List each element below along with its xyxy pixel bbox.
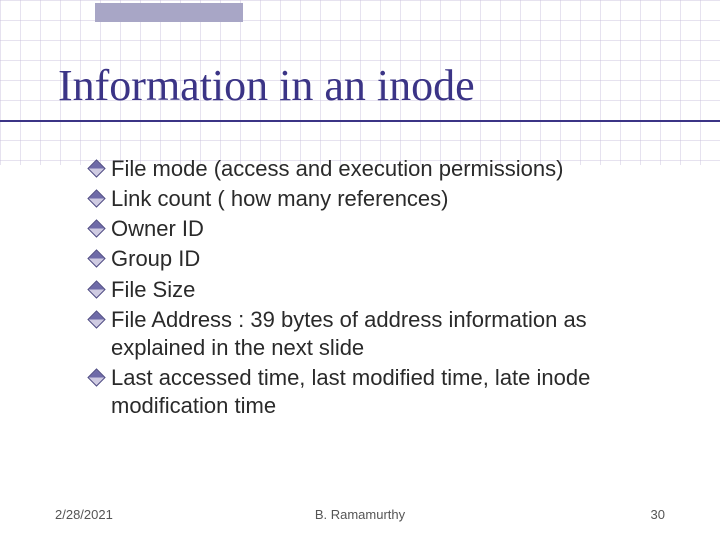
list-item-text: File mode (access and execution permissi… [111, 155, 563, 183]
accent-bar [95, 3, 243, 22]
list-item-text: Last accessed time, last modified time, … [111, 364, 660, 420]
list-item: Last accessed time, last modified time, … [90, 364, 660, 420]
list-item-text: Group ID [111, 245, 200, 273]
list-item: Link count ( how many references) [90, 185, 660, 213]
diamond-bullet-icon [87, 310, 105, 328]
list-item: File mode (access and execution permissi… [90, 155, 660, 183]
list-item-text: Link count ( how many references) [111, 185, 449, 213]
diamond-bullet-icon [87, 189, 105, 207]
diamond-bullet-icon [87, 159, 105, 177]
list-item: File Address : 39 bytes of address infor… [90, 306, 660, 362]
diamond-bullet-icon [87, 220, 105, 238]
list-item: Owner ID [90, 215, 660, 243]
title-underline [0, 120, 720, 122]
list-item: File Size [90, 276, 660, 304]
footer-author: B. Ramamurthy [0, 507, 720, 522]
diamond-bullet-icon [87, 250, 105, 268]
list-item-text: Owner ID [111, 215, 204, 243]
bullet-list: File mode (access and execution permissi… [90, 155, 660, 422]
footer-page-number: 30 [651, 507, 665, 522]
list-item-text: File Size [111, 276, 195, 304]
diamond-bullet-icon [87, 368, 105, 386]
diamond-bullet-icon [87, 280, 105, 298]
list-item: Group ID [90, 245, 660, 273]
slide-title: Information in an inode [58, 60, 475, 111]
list-item-text: File Address : 39 bytes of address infor… [111, 306, 660, 362]
